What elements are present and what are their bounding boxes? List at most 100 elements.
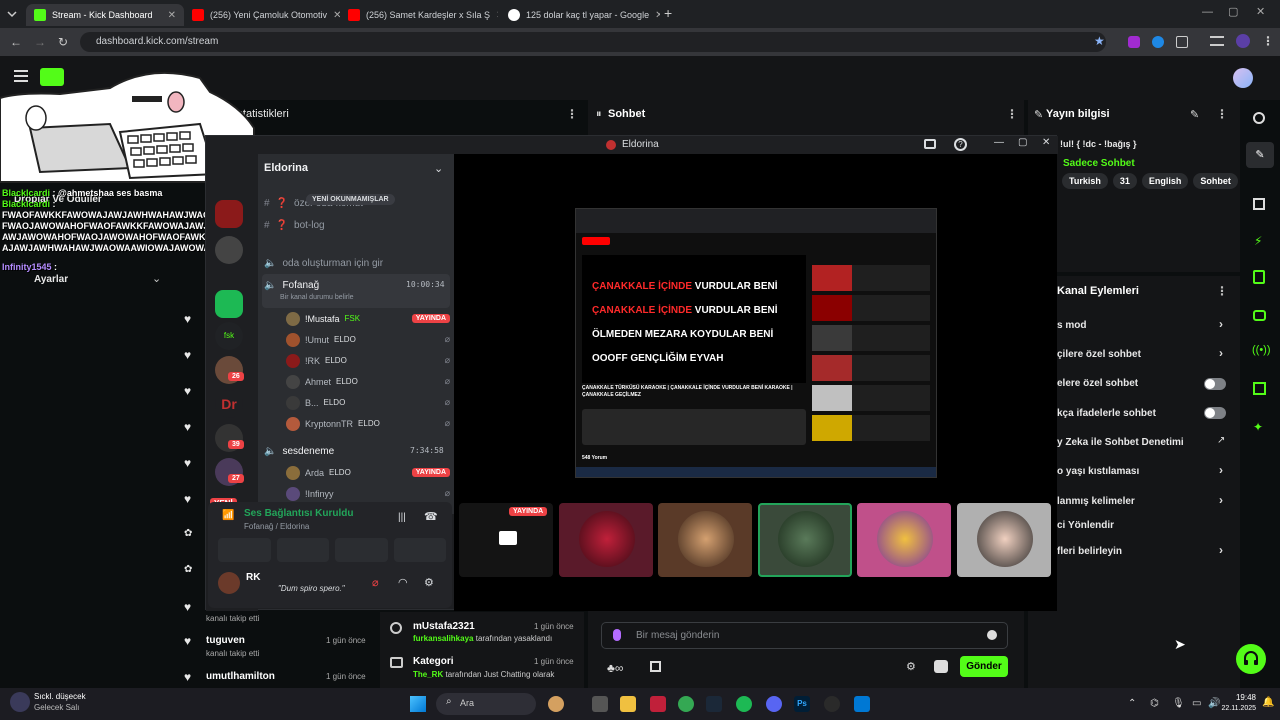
- settings-gear-icon[interactable]: ⚙: [424, 576, 434, 589]
- participant-tile[interactable]: [857, 503, 951, 577]
- store-icon[interactable]: [650, 661, 661, 672]
- emoji-icon[interactable]: [987, 630, 997, 640]
- expand-icon[interactable]: [1253, 198, 1265, 210]
- chrome-icon[interactable]: [678, 696, 694, 712]
- server-name[interactable]: Eldorina: [264, 162, 308, 174]
- inbox-icon[interactable]: [924, 139, 936, 149]
- tag-chip[interactable]: Turkish: [1062, 173, 1108, 189]
- tag-chip[interactable]: English: [1141, 173, 1189, 189]
- task-view-icon[interactable]: [592, 696, 608, 712]
- spotify-icon[interactable]: [736, 696, 752, 712]
- toggle-switch[interactable]: [1204, 407, 1226, 419]
- weather-icon[interactable]: [10, 692, 30, 712]
- participant-tile[interactable]: [658, 503, 752, 577]
- forward-icon[interactable]: →: [34, 35, 46, 49]
- tray-chevron-icon[interactable]: ⌃: [1128, 698, 1136, 709]
- chevron-right-icon[interactable]: ›: [1219, 346, 1223, 360]
- browser-menu-icon[interactable]: ⋮: [1262, 34, 1274, 48]
- discord-icon[interactable]: [766, 696, 782, 712]
- action-item[interactable]: lanmış kelimeler: [1057, 496, 1135, 507]
- display-icon[interactable]: ▭: [1192, 698, 1201, 709]
- chevron-down-icon[interactable]: ⌄: [152, 272, 161, 285]
- voice-channel[interactable]: 🔈 oda oluşturman için gir: [264, 252, 383, 274]
- headphones-icon[interactable]: ◠: [398, 576, 408, 589]
- recommended-video[interactable]: [812, 355, 930, 381]
- voice-user[interactable]: KryptonnTR ELDO ⌀: [286, 413, 450, 434]
- chevron-right-icon[interactable]: ›: [1219, 543, 1223, 557]
- extension-icon[interactable]: [1128, 36, 1140, 48]
- connection-sub[interactable]: Fofanağ / Eldorina: [244, 522, 309, 531]
- channel-item[interactable]: # ❓ bot-log: [264, 214, 448, 236]
- mic-tray-icon[interactable]: 🎙: [1172, 698, 1185, 709]
- stats-menu-icon[interactable]: ⋮: [566, 107, 578, 121]
- reload-icon[interactable]: ↻: [58, 35, 68, 49]
- emote-picker-icon[interactable]: [934, 660, 948, 673]
- recommended-video[interactable]: [812, 265, 930, 291]
- voice-user[interactable]: !Infinyy ⌀: [286, 483, 450, 504]
- participant-tile[interactable]: YAYINDA: [459, 503, 553, 577]
- tag-chip[interactable]: 31: [1112, 173, 1137, 189]
- send-button[interactable]: Gönder: [960, 656, 1008, 677]
- server-icon[interactable]: fsk: [215, 322, 243, 350]
- steam-icon[interactable]: [706, 696, 722, 712]
- action-item[interactable]: o yaşı kıstılaması: [1057, 466, 1139, 477]
- maximize-icon[interactable]: ▢: [1018, 137, 1027, 148]
- recommended-video[interactable]: [812, 295, 930, 321]
- settings-label[interactable]: Ayarlar: [34, 274, 68, 285]
- close-tab-icon[interactable]: ✕: [496, 10, 498, 21]
- taskbar-app-icon[interactable]: [650, 696, 666, 712]
- maximize-window-icon[interactable]: ▢: [1228, 5, 1238, 18]
- screen-share-button[interactable]: [276, 538, 329, 562]
- action-item[interactable]: elere özel sohbet: [1057, 378, 1138, 389]
- mute-icon[interactable]: ⌀: [372, 576, 379, 589]
- camera-button[interactable]: [218, 538, 271, 562]
- new-unread-pill[interactable]: YENİ OKUNMAMIŞLAR: [306, 194, 395, 205]
- reading-list-icon[interactable]: [1210, 36, 1224, 46]
- chevron-right-icon[interactable]: ›: [1219, 493, 1223, 507]
- minimize-icon[interactable]: —: [994, 137, 1004, 148]
- profile-avatar[interactable]: [1236, 34, 1250, 48]
- extensions-puzzle-icon[interactable]: [1176, 36, 1188, 48]
- server-icon[interactable]: [215, 236, 243, 264]
- support-headset-button[interactable]: [1236, 644, 1266, 674]
- photoshop-icon[interactable]: Ps: [794, 696, 810, 712]
- external-link-icon[interactable]: ↗: [1217, 435, 1225, 446]
- clock-date[interactable]: 22.11.2025: [1216, 705, 1256, 712]
- channel-status[interactable]: Bir kanal durumu belirle: [280, 294, 354, 301]
- action-item[interactable]: y Zeka ile Sohbet Denetimi: [1057, 437, 1184, 448]
- close-tab-icon[interactable]: ✕: [655, 10, 660, 21]
- recommended-video[interactable]: [812, 415, 930, 441]
- new-tab-button[interactable]: +: [664, 6, 678, 20]
- voice-channel[interactable]: 🔈 sesdeneme: [264, 440, 334, 462]
- activities-button[interactable]: [335, 538, 388, 562]
- toggle-switch[interactable]: [1204, 378, 1226, 390]
- tab-kick-dashboard[interactable]: Stream - Kick Dashboard ✕: [26, 4, 184, 26]
- soundboard-button[interactable]: [393, 538, 446, 562]
- close-window-icon[interactable]: ✕: [1256, 5, 1265, 18]
- weather-text[interactable]: Sıckl. düşecek: [34, 692, 86, 701]
- network-icon[interactable]: ⌬: [1150, 698, 1159, 709]
- actions-menu-icon[interactable]: ⋮: [1216, 284, 1228, 298]
- server-icon[interactable]: Dr: [215, 390, 243, 418]
- action-item[interactable]: fleri belirleyin: [1057, 546, 1122, 557]
- edit-icon[interactable]: ✎: [1246, 142, 1274, 168]
- chevron-right-icon[interactable]: ›: [1219, 463, 1223, 477]
- info-icon[interactable]: [1253, 112, 1265, 124]
- help-icon[interactable]: ?: [954, 138, 967, 151]
- avatar[interactable]: [218, 572, 240, 594]
- tag-chip[interactable]: Sohbet: [1193, 173, 1238, 189]
- tab-search-icon[interactable]: [6, 8, 18, 20]
- chevron-down-icon[interactable]: ⌄: [434, 162, 443, 175]
- shared-screen[interactable]: ÇANAKKALE İÇİNDE VURDULAR BENİ ÇANAKKALE…: [575, 208, 937, 478]
- edit-info-icon[interactable]: ✎: [1190, 108, 1199, 121]
- category-link[interactable]: Sadece Sohbet: [1063, 158, 1135, 169]
- voice-user[interactable]: !Mustafa FSK YAYINDA: [286, 308, 450, 329]
- recommended-video[interactable]: [812, 385, 930, 411]
- bolt-icon[interactable]: ⚡: [1254, 234, 1262, 248]
- chat-bubble-icon[interactable]: [1253, 310, 1266, 321]
- close-tab-icon[interactable]: ✕: [333, 10, 340, 21]
- back-icon[interactable]: ←: [10, 35, 22, 49]
- clipboard-icon[interactable]: [1253, 270, 1265, 284]
- participant-tile-speaking[interactable]: [758, 503, 852, 577]
- obs-icon[interactable]: [824, 696, 840, 712]
